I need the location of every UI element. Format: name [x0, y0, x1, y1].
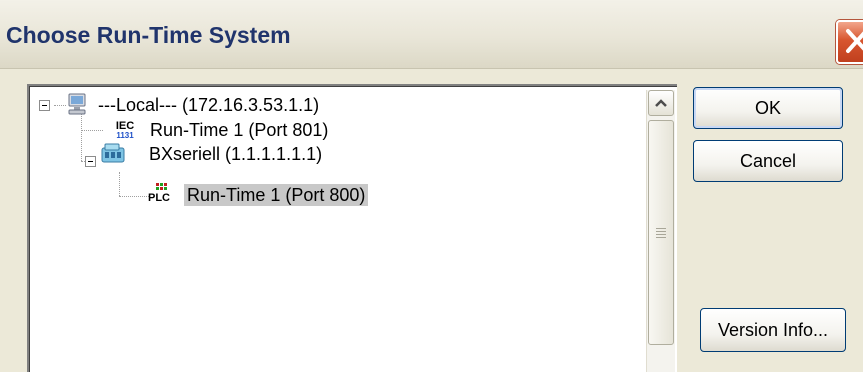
plc-icon-text: PLC [148, 192, 170, 204]
computer-icon [68, 93, 86, 115]
dialog-window: Choose Run-Time System ---Local--- (172.… [0, 0, 863, 372]
tree-node-runtime-801[interactable]: Run-Time 1 (Port 801) [150, 119, 328, 141]
tree-node-bxseriell[interactable]: BXseriell (1.1.1.1.1.1) [149, 143, 322, 165]
bus-terminal-icon [101, 143, 125, 163]
plc-icon: PLC [148, 183, 174, 205]
close-button[interactable] [836, 20, 863, 64]
cancel-button[interactable]: Cancel [693, 140, 843, 182]
ok-button-label: OK [754, 98, 781, 118]
scrollbar-grip [656, 228, 666, 229]
window-title: Choose Run-Time System [6, 22, 291, 48]
iec-icon-bottom-text: 1131 [116, 131, 134, 140]
iec-icon-top-text: IEC [115, 120, 135, 132]
scrollbar-grip [656, 231, 666, 232]
chevron-up-icon [655, 99, 667, 107]
tree-node-local[interactable]: ---Local--- (172.16.3.53.1.1) [98, 94, 319, 116]
tree-connector [81, 130, 103, 131]
ok-button[interactable]: OK [693, 87, 843, 129]
close-icon [846, 29, 863, 53]
cancel-button-label: Cancel [739, 151, 797, 171]
tree-connector [119, 196, 149, 197]
tree-connector [81, 112, 82, 161]
tree-connector [119, 172, 120, 196]
collapse-toggle-local[interactable] [39, 100, 50, 111]
tree-node-runtime-800[interactable]: Run-Time 1 (Port 800) [184, 184, 369, 206]
scrollbar-thumb[interactable] [648, 120, 674, 345]
version-info-button[interactable]: Version Info... [700, 308, 846, 352]
title-bar[interactable]: Choose Run-Time System [0, 0, 863, 69]
version-info-button-label: Version Info... [717, 320, 829, 340]
scroll-up-button[interactable] [648, 90, 674, 116]
scrollbar-grip [656, 237, 666, 238]
collapse-toggle-bxseriell[interactable] [85, 156, 96, 167]
scrollbar-grip [656, 234, 666, 235]
iec-1131-icon: IEC 1131 [112, 121, 138, 141]
runtime-tree[interactable]: ---Local--- (172.16.3.53.1.1) IEC 1131 R… [27, 84, 677, 372]
